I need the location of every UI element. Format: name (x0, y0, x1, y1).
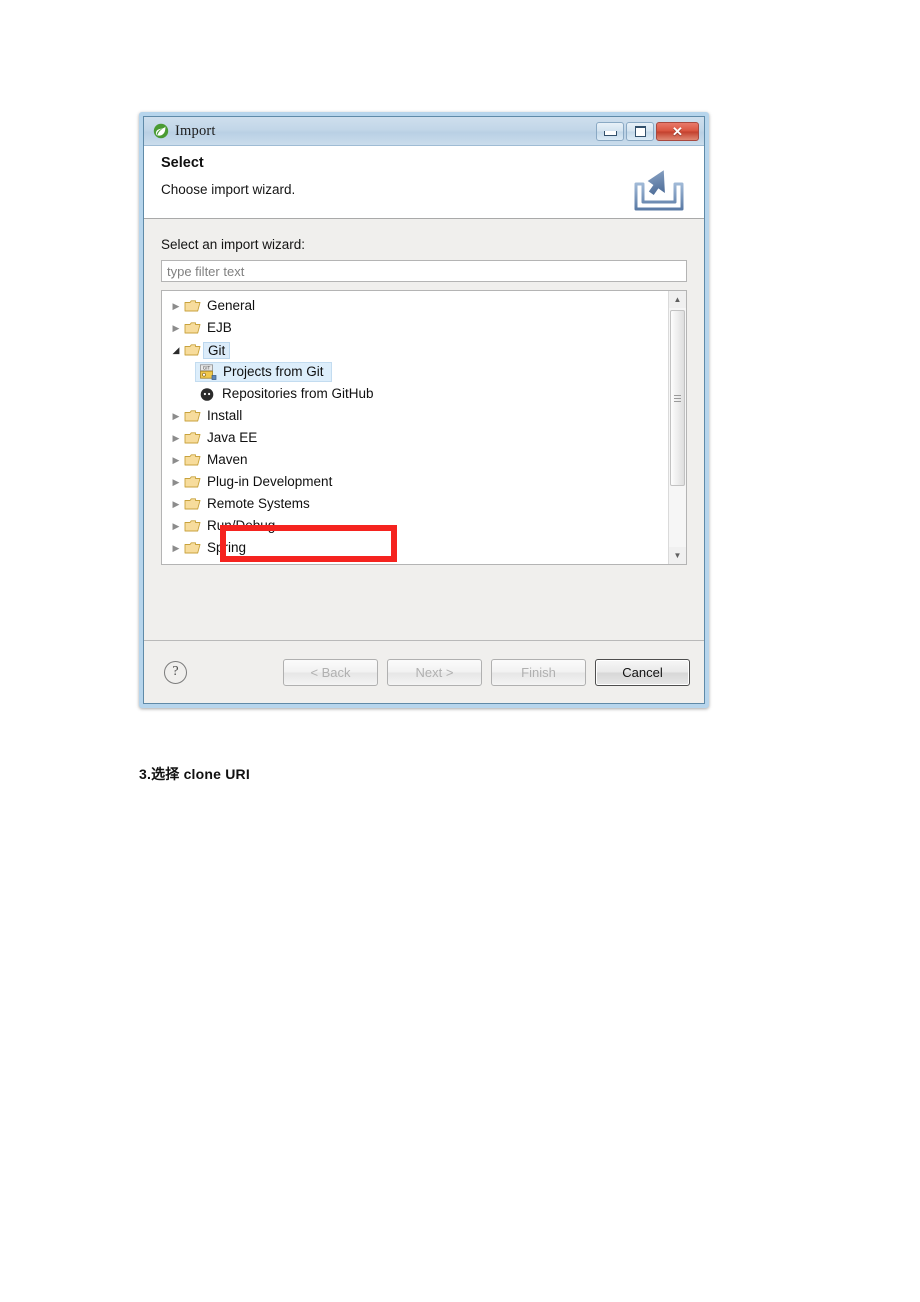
tree-item-label: Remote Systems (207, 496, 310, 512)
folder-icon (184, 299, 201, 313)
tree-item-label: Java EE (207, 430, 258, 446)
github-icon (198, 386, 216, 402)
maximize-button[interactable] (626, 121, 654, 141)
tree-item-label: Spring (207, 540, 247, 556)
tree-item-label: Projects from Git (223, 364, 324, 380)
tree-item-label: Maven (207, 452, 248, 468)
chevron-right-icon[interactable]: ▶ (168, 477, 184, 488)
filter-input[interactable] (161, 260, 687, 282)
git-project-icon: GIT (199, 364, 217, 380)
tree-scrollbar[interactable]: ▲ ▼ (668, 291, 686, 564)
scrollbar-thumb[interactable] (670, 310, 685, 486)
tree-item-projects-from-git[interactable]: GIT Projects from Git (162, 361, 668, 383)
banner-title: Select (161, 155, 204, 171)
folder-icon (184, 519, 201, 533)
chevron-right-icon[interactable]: ▶ (168, 301, 184, 312)
chevron-right-icon[interactable]: ▶ (168, 411, 184, 422)
cancel-button[interactable]: Cancel (595, 658, 690, 686)
document-page: Import ✕ Select Choose import wizard. Se… (0, 0, 920, 1302)
import-dialog-inner: Import ✕ Select Choose import wizard. Se… (143, 116, 705, 704)
folder-icon (184, 409, 201, 423)
tree-item-label: Plug-in Development (207, 474, 333, 490)
tree-item-maven[interactable]: ▶ Maven (162, 449, 668, 471)
finish-button: Finish (491, 658, 586, 686)
dialog-title: Import (175, 122, 216, 139)
import-wizard-icon (631, 166, 687, 214)
tree-item-label: Install (207, 408, 243, 424)
folder-icon (184, 453, 201, 467)
tree-item-install[interactable]: ▶ Install (162, 405, 668, 427)
minimize-icon (603, 131, 617, 136)
folder-icon (184, 497, 201, 511)
select-wizard-label: Select an import wizard: (161, 237, 306, 252)
page-caption: 3.选择 clone URI (139, 766, 250, 782)
svg-text:GIT: GIT (203, 366, 211, 372)
chevron-right-icon[interactable]: ▶ (168, 499, 184, 510)
chevron-right-icon[interactable]: ▶ (168, 521, 184, 532)
tree-item-spring[interactable]: ▶ Spring (162, 537, 668, 559)
tree-item-tasks[interactable]: ▶ Tasks (162, 559, 668, 564)
tree-item-plug-in-development[interactable]: ▶ Plug-in Development (162, 471, 668, 493)
wizard-tree[interactable]: ▶ General ▶ EJB ◢ Git GIT Projects from … (161, 290, 687, 565)
close-icon: ✕ (672, 123, 683, 139)
maximize-icon (634, 125, 646, 137)
dialog-body: Select an import wizard: ▶ General (144, 219, 704, 640)
tree-item-git[interactable]: ◢ Git (162, 339, 668, 361)
tree-item-general[interactable]: ▶ General (162, 295, 668, 317)
chevron-right-icon[interactable]: ▶ (168, 323, 184, 334)
wizard-tree-list: ▶ General ▶ EJB ◢ Git GIT Projects from … (162, 291, 668, 564)
tree-item-repositories-from-github[interactable]: Repositories from GitHub (162, 383, 668, 405)
titlebar-left: Import (153, 123, 216, 140)
tree-item-label: EJB (207, 320, 232, 336)
tree-item-label: Tasks (207, 563, 242, 564)
scrollbar-grip-icon (674, 394, 681, 402)
dialog-button-bar: ? < Back Next > Finish Cancel (144, 640, 704, 703)
tree-item-label: Repositories from GitHub (222, 386, 374, 402)
folder-icon (184, 541, 201, 555)
banner-subtitle: Choose import wizard. (161, 182, 296, 197)
close-button[interactable]: ✕ (656, 121, 699, 141)
scroll-down-arrow-icon[interactable]: ▼ (669, 547, 686, 564)
tree-item-ejb[interactable]: ▶ EJB (162, 317, 668, 339)
tree-item-label: General (207, 298, 256, 314)
import-dialog: Import ✕ Select Choose import wizard. Se… (139, 112, 709, 708)
minimize-button[interactable] (596, 121, 624, 141)
spring-leaf-icon (153, 123, 169, 139)
back-button[interactable]: < Back (283, 658, 378, 686)
tree-item-remote-systems[interactable]: ▶ Remote Systems (162, 493, 668, 515)
chevron-right-icon[interactable]: ▶ (168, 543, 184, 554)
tree-item-label: Run/Debug (207, 518, 276, 534)
help-button[interactable]: ? (164, 660, 187, 684)
folder-icon (184, 563, 201, 564)
chevron-right-icon[interactable]: ▶ (168, 455, 184, 466)
dialog-titlebar[interactable]: Import ✕ (144, 117, 704, 146)
scroll-up-arrow-icon[interactable]: ▲ (669, 291, 686, 308)
chevron-down-icon[interactable]: ◢ (168, 345, 184, 356)
tree-item-java-ee[interactable]: ▶ Java EE (162, 427, 668, 449)
tree-item-run-debug[interactable]: ▶ Run/Debug (162, 515, 668, 537)
wizard-banner: Select Choose import wizard. (144, 146, 704, 219)
chevron-right-icon[interactable]: ▶ (168, 433, 184, 444)
window-controls: ✕ (596, 121, 701, 141)
folder-open-icon (184, 343, 201, 357)
wizard-buttons: < Back Next > Finish Cancel (283, 658, 690, 686)
folder-icon (184, 431, 201, 445)
folder-icon (184, 321, 201, 335)
next-button[interactable]: Next > (387, 658, 482, 686)
tree-item-selection: GIT Projects from Git (195, 362, 332, 382)
folder-icon (184, 475, 201, 489)
tree-item-label: Git (203, 341, 231, 359)
